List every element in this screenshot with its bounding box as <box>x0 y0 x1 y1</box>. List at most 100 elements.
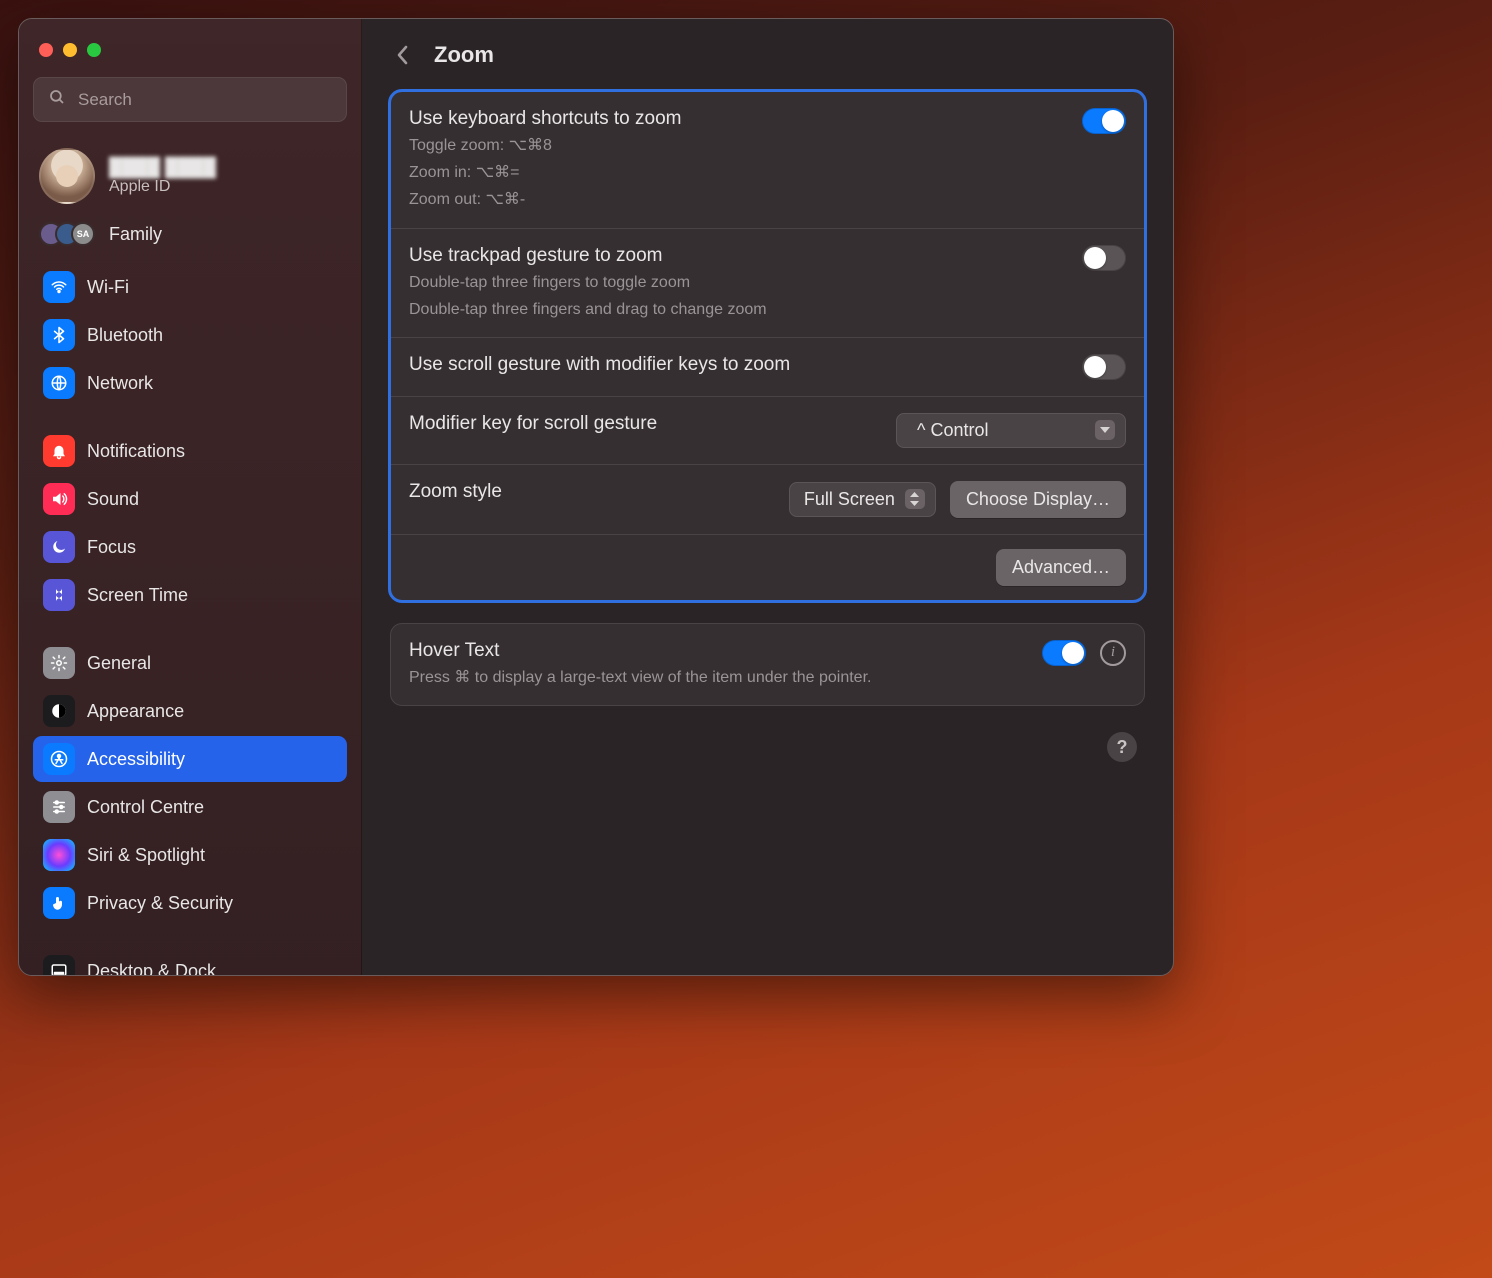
zoom-style-select[interactable]: Full Screen <box>789 482 936 517</box>
wifi-icon <box>43 271 75 303</box>
family-label: Family <box>109 224 162 245</box>
keyboard-shortcuts-hint-2: Zoom in: ⌥⌘= <box>409 161 1062 184</box>
sidebar-item-label: Network <box>87 373 153 394</box>
apple-id-label: Apple ID <box>109 178 216 196</box>
sidebar-item-label: Notifications <box>87 441 185 462</box>
search-field[interactable] <box>33 77 347 122</box>
keyboard-shortcuts-row: Use keyboard shortcuts to zoom Toggle zo… <box>391 92 1144 228</box>
keyboard-shortcuts-toggle[interactable] <box>1082 108 1126 134</box>
chevron-down-icon <box>1095 420 1115 440</box>
general-icon <box>43 647 75 679</box>
sidebar-item-network[interactable]: Network <box>33 360 347 406</box>
sidebar-group-network: Wi-Fi Bluetooth Network <box>33 264 347 406</box>
family-row[interactable]: SA Family <box>33 218 347 264</box>
info-icon[interactable]: i <box>1100 640 1126 666</box>
close-window-button[interactable] <box>39 43 53 57</box>
chevron-up-down-icon <box>905 489 925 509</box>
content-area: Zoom Use keyboard shortcuts to zoom Togg… <box>362 19 1173 975</box>
sidebar-item-label: Control Centre <box>87 797 204 818</box>
sidebar-item-sound[interactable]: Sound <box>33 476 347 522</box>
window-controls <box>33 39 347 77</box>
sidebar-item-label: Sound <box>87 489 139 510</box>
sidebar-item-accessibility[interactable]: Accessibility <box>33 736 347 782</box>
page-title: Zoom <box>434 42 494 68</box>
advanced-button[interactable]: Advanced… <box>996 549 1126 586</box>
trackpad-gesture-row: Use trackpad gesture to zoom Double-tap … <box>391 228 1144 337</box>
sidebar: ████ ████ Apple ID SA Family Wi-Fi Blueto… <box>19 19 362 975</box>
settings-window: ████ ████ Apple ID SA Family Wi-Fi Blueto… <box>18 18 1174 976</box>
zoom-settings-panel: Use keyboard shortcuts to zoom Toggle zo… <box>390 91 1145 601</box>
sidebar-item-desktop[interactable]: Desktop & Dock <box>33 948 347 975</box>
sidebar-item-siri[interactable]: Siri & Spotlight <box>33 832 347 878</box>
hover-text-toggle[interactable] <box>1042 640 1086 666</box>
appearance-icon <box>43 695 75 727</box>
account-name: ████ ████ <box>109 157 216 178</box>
modifier-key-label: Modifier key for scroll gesture <box>409 413 876 435</box>
hover-text-desc: Press ⌘ to display a large-text view of … <box>409 666 1022 689</box>
sidebar-item-label: General <box>87 653 151 674</box>
sidebar-item-privacy[interactable]: Privacy & Security <box>33 880 347 926</box>
sidebar-item-controlcentre[interactable]: Control Centre <box>33 784 347 830</box>
hover-text-row: Hover Text Press ⌘ to display a large-te… <box>391 624 1144 705</box>
hover-text-panel: Hover Text Press ⌘ to display a large-te… <box>390 623 1145 706</box>
sidebar-group-desktop: Desktop & Dock <box>33 948 347 975</box>
keyboard-shortcuts-hint-3: Zoom out: ⌥⌘- <box>409 188 1062 211</box>
sidebar-item-focus[interactable]: Focus <box>33 524 347 570</box>
sidebar-item-bluetooth[interactable]: Bluetooth <box>33 312 347 358</box>
choose-display-button[interactable]: Choose Display… <box>950 481 1126 518</box>
trackpad-gesture-toggle[interactable] <box>1082 245 1126 271</box>
sidebar-item-label: Wi-Fi <box>87 277 129 298</box>
screentime-icon <box>43 579 75 611</box>
family-avatars: SA <box>39 222 95 246</box>
scroll-gesture-row: Use scroll gesture with modifier keys to… <box>391 337 1144 396</box>
help-button[interactable]: ? <box>1107 732 1137 762</box>
scroll-gesture-title: Use scroll gesture with modifier keys to… <box>409 354 1062 376</box>
controlcentre-icon <box>43 791 75 823</box>
bluetooth-icon <box>43 319 75 351</box>
notifications-icon <box>43 435 75 467</box>
siri-icon <box>43 839 75 871</box>
sidebar-item-label: Desktop & Dock <box>87 961 216 976</box>
modifier-key-row: Modifier key for scroll gesture ^ Contro… <box>391 396 1144 464</box>
zoom-style-row: Zoom style Full Screen Choose Display… <box>391 464 1144 534</box>
sidebar-item-label: Focus <box>87 537 136 558</box>
user-avatar <box>39 148 95 204</box>
back-button[interactable] <box>390 42 416 68</box>
desktop-icon <box>43 955 75 975</box>
keyboard-shortcuts-title: Use keyboard shortcuts to zoom <box>409 108 1062 130</box>
search-input[interactable] <box>76 89 332 111</box>
advanced-row: Advanced… <box>391 534 1144 600</box>
trackpad-gesture-hint-1: Double-tap three fingers to toggle zoom <box>409 271 1062 294</box>
hover-text-title: Hover Text <box>409 640 1022 662</box>
sidebar-item-notifications[interactable]: Notifications <box>33 428 347 474</box>
apple-id-row[interactable]: ████ ████ Apple ID <box>33 142 347 218</box>
sound-icon <box>43 483 75 515</box>
sidebar-item-label: Appearance <box>87 701 184 722</box>
search-icon <box>48 88 66 111</box>
sidebar-item-screentime[interactable]: Screen Time <box>33 572 347 618</box>
trackpad-gesture-hint-2: Double-tap three fingers and drag to cha… <box>409 298 1062 321</box>
modifier-key-select[interactable]: ^ Control <box>896 413 1126 448</box>
focus-icon <box>43 531 75 563</box>
sidebar-item-general[interactable]: General <box>33 640 347 686</box>
trackpad-gesture-title: Use trackpad gesture to zoom <box>409 245 1062 267</box>
sidebar-item-appearance[interactable]: Appearance <box>33 688 347 734</box>
fullscreen-window-button[interactable] <box>87 43 101 57</box>
sidebar-group-attention: Notifications Sound Focus Screen Time <box>33 428 347 618</box>
sidebar-item-label: Accessibility <box>87 749 185 770</box>
zoom-style-label: Zoom style <box>409 481 769 503</box>
network-icon <box>43 367 75 399</box>
modifier-key-value: ^ Control <box>917 420 988 441</box>
sidebar-item-label: Screen Time <box>87 585 188 606</box>
sidebar-item-wifi[interactable]: Wi-Fi <box>33 264 347 310</box>
accessibility-icon <box>43 743 75 775</box>
scroll-gesture-toggle[interactable] <box>1082 354 1126 380</box>
sidebar-item-label: Bluetooth <box>87 325 163 346</box>
sidebar-item-label: Siri & Spotlight <box>87 845 205 866</box>
minimize-window-button[interactable] <box>63 43 77 57</box>
zoom-style-value: Full Screen <box>804 489 895 510</box>
keyboard-shortcuts-hint-1: Toggle zoom: ⌥⌘8 <box>409 134 1062 157</box>
sidebar-group-system: General Appearance Accessibility Control Ce… <box>33 640 347 926</box>
titlebar: Zoom <box>390 19 1145 91</box>
privacy-icon <box>43 887 75 919</box>
